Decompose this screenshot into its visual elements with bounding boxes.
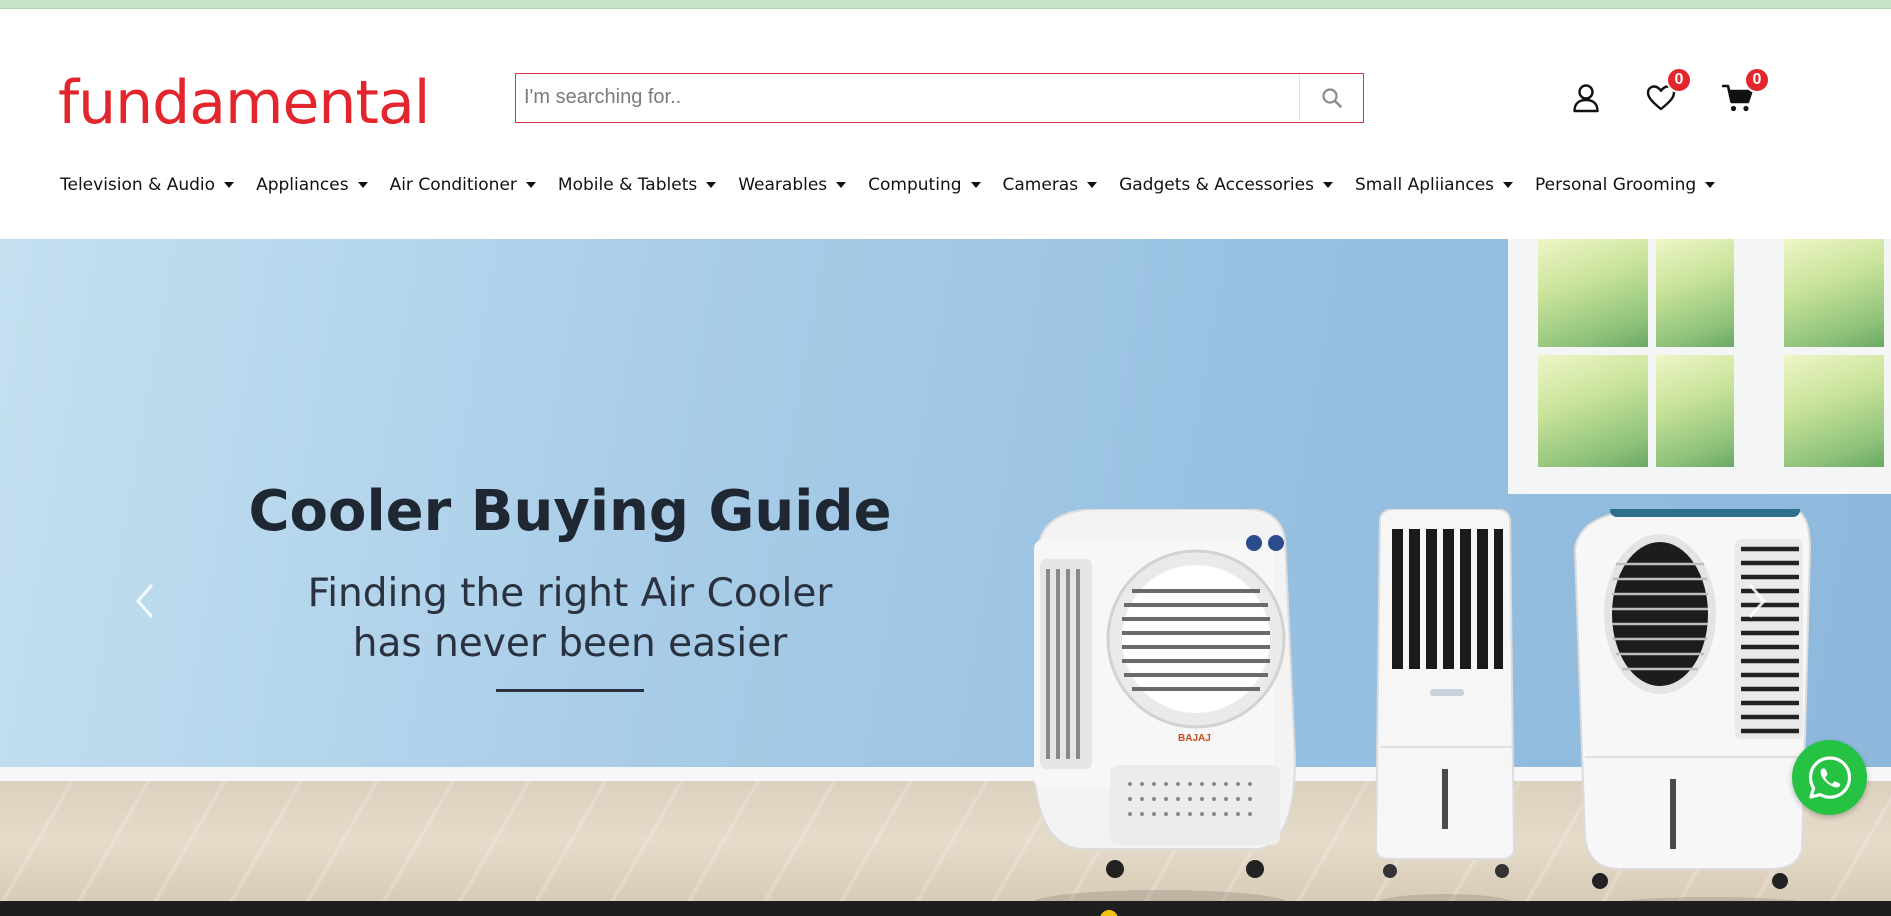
search-bar <box>515 73 1364 123</box>
account-button[interactable] <box>1570 79 1602 117</box>
search-button[interactable] <box>1299 74 1363 121</box>
chevron-left-icon <box>136 584 154 618</box>
nav-item-television-audio[interactable]: Television & Audio <box>60 175 235 195</box>
top-strip <box>0 0 1891 9</box>
user-icon <box>1573 84 1599 113</box>
caret-down-icon <box>1503 182 1514 188</box>
nav-item-appliances[interactable]: Appliances <box>256 175 368 195</box>
air-cooler-product-image: BAJAJ <box>1033 509 1812 901</box>
nav-item-mobile-tablets[interactable]: Mobile & Tablets <box>557 175 717 195</box>
nav-item-computing[interactable]: Computing <box>868 175 981 195</box>
cart-button[interactable]: 0 <box>1720 67 1770 115</box>
caret-down-icon <box>1087 182 1098 188</box>
banner-divider <box>496 689 644 692</box>
nav-item-label: Cameras <box>1002 175 1079 195</box>
nav-item-label: Air Conditioner <box>389 175 517 195</box>
window-pane <box>1784 355 1884 467</box>
caret-down-icon <box>1322 182 1333 188</box>
nav-item-cameras[interactable]: Cameras <box>1003 175 1098 195</box>
nav-item-label: Computing <box>868 175 962 195</box>
nav-item-gadgets-accessories[interactable]: Gadgets & Accessories <box>1119 175 1333 195</box>
window-pane <box>1538 239 1648 347</box>
caret-down-icon <box>224 182 235 188</box>
window-pane <box>1784 239 1884 347</box>
nav-item-label: Wearables <box>738 175 828 195</box>
nav-item-small-appliances[interactable]: Small Apliiances <box>1354 175 1514 195</box>
banner-title: Cooler Buying Guide <box>248 479 892 544</box>
chevron-right-icon <box>1748 584 1766 618</box>
caret-down-icon <box>357 182 368 188</box>
carousel-next-button[interactable] <box>1738 571 1778 631</box>
whatsapp-icon <box>1808 755 1851 799</box>
nav-item-label: Personal Grooming <box>1535 175 1697 195</box>
caret-down-icon <box>525 182 536 188</box>
nav-item-label: Small Apliiances <box>1354 175 1495 195</box>
taskbar-strip <box>0 901 1891 916</box>
nav-item-label: Television & Audio <box>60 175 216 195</box>
nav-item-label: Appliances <box>256 175 349 195</box>
caret-down-icon <box>970 182 981 188</box>
caret-down-icon <box>836 182 847 188</box>
brand-logo[interactable]: fundamental <box>58 67 430 139</box>
search-input[interactable] <box>516 74 1299 121</box>
caret-down-icon <box>706 182 717 188</box>
wishlist-button[interactable]: 0 <box>1644 67 1692 115</box>
wishlist-count-badge: 0 <box>1666 67 1692 93</box>
window-pane <box>1656 239 1734 347</box>
nav-item-label: Gadgets & Accessories <box>1119 175 1314 195</box>
bajaj-logo: BAJAJ <box>1178 733 1211 744</box>
banner-subtitle-line: has never been easier <box>352 621 788 666</box>
main-nav: Television & Audio Appliances Air Condit… <box>60 165 1737 205</box>
search-icon <box>1321 87 1342 108</box>
banner-subtitle-line: Finding the right Air Cooler <box>307 571 833 616</box>
whatsapp-chat-button[interactable] <box>1792 740 1867 815</box>
nav-item-air-conditioner[interactable]: Air Conditioner <box>390 175 536 195</box>
hero-banner-slide[interactable]: Cooler Buying Guide Finding the right Ai… <box>0 239 1891 901</box>
nav-item-wearables[interactable]: Wearables <box>738 175 847 195</box>
nav-item-label: Mobile & Tablets <box>557 175 698 195</box>
window-pane <box>1656 355 1734 467</box>
carousel-prev-button[interactable] <box>124 571 164 631</box>
site-header: fundamental 0 0 Television & A <box>0 9 1891 239</box>
banner-subtitle: Finding the right Air Cooler has never b… <box>170 569 970 669</box>
cart-count-badge: 0 <box>1744 67 1770 93</box>
nav-item-personal-grooming[interactable]: Personal Grooming <box>1535 175 1716 195</box>
caret-down-icon <box>1705 182 1716 188</box>
window-pane <box>1538 355 1648 467</box>
window-graphic <box>1508 239 1891 494</box>
